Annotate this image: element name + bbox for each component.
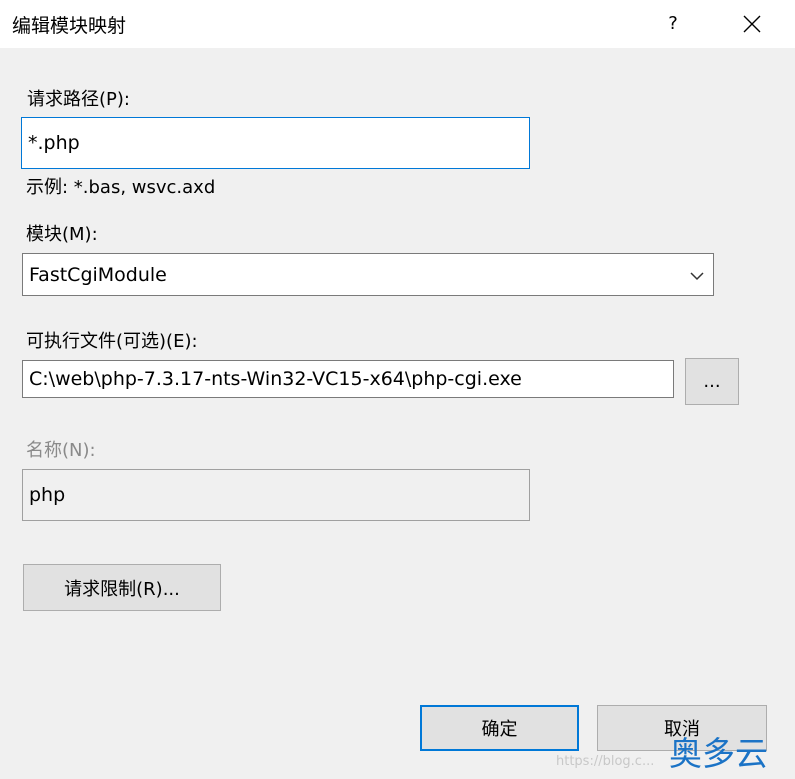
ok-button[interactable]: 确定: [420, 705, 579, 751]
window-title: 编辑模块映射: [12, 15, 127, 37]
request-path-value: *.php: [28, 132, 80, 154]
executable-input[interactable]: C:\web\php-7.3.17-nts-Win32-VC15-x64\php…: [22, 360, 674, 398]
watermark-logo: 奥多云: [669, 734, 768, 773]
executable-value: C:\web\php-7.3.17-nts-Win32-VC15-x64\php…: [29, 368, 522, 390]
name-input: php: [22, 469, 530, 521]
chevron-down-icon: [689, 266, 705, 281]
request-path-input[interactable]: *.php: [21, 117, 530, 169]
help-button[interactable]: ?: [660, 8, 686, 40]
name-label: 名称(N):: [26, 440, 96, 461]
module-value: FastCgiModule: [29, 263, 167, 286]
executable-label: 可执行文件(可选)(E):: [26, 331, 198, 352]
request-path-label: 请求路径(P):: [27, 89, 130, 110]
name-value: php: [29, 484, 66, 506]
title-bar: 编辑模块映射 ?: [0, 0, 795, 48]
close-icon[interactable]: [738, 12, 766, 36]
request-path-example: 示例: *.bas, wsvc.axd: [26, 177, 216, 198]
module-select[interactable]: FastCgiModule: [22, 253, 714, 296]
request-restrictions-button[interactable]: 请求限制(R)...: [23, 564, 221, 611]
browse-button[interactable]: ...: [685, 358, 739, 405]
module-label: 模块(M):: [26, 224, 98, 245]
watermark-url: https://blog.c...: [556, 754, 655, 769]
